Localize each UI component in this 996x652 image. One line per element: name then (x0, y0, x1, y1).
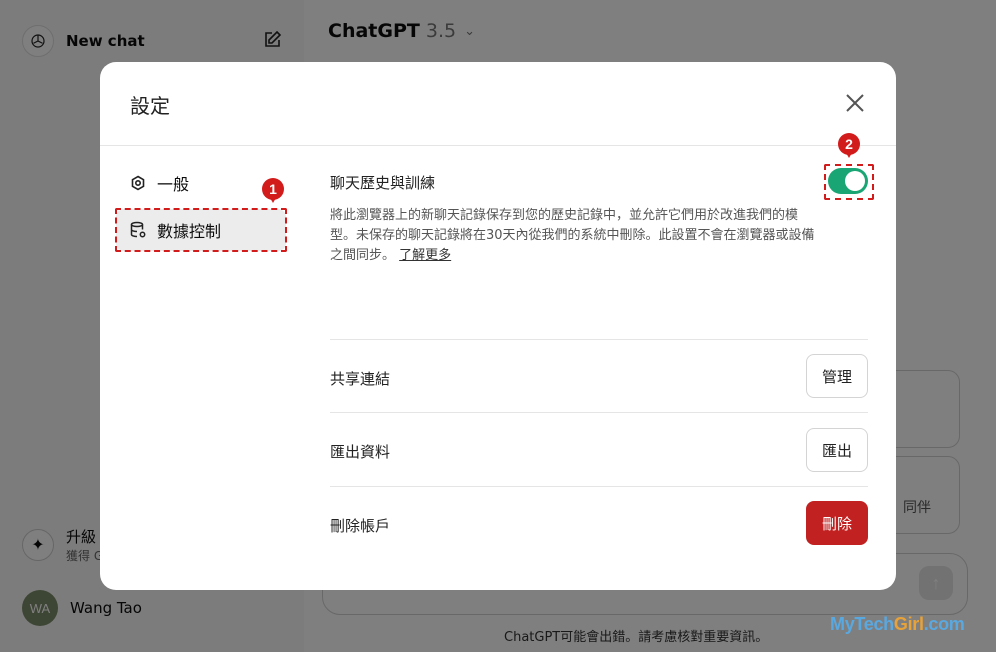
close-icon[interactable] (844, 92, 866, 114)
annotation-badge-2: 2 (838, 133, 860, 158)
watermark-part: .com (923, 614, 965, 634)
watermark-part: Girl (893, 614, 924, 634)
gear-icon (129, 174, 147, 192)
annotation-box (824, 164, 874, 200)
learn-more-link[interactable]: 了解更多 (399, 248, 451, 263)
delete-account-button[interactable]: 刪除 (805, 501, 868, 545)
annotation-box (115, 208, 287, 252)
tab-general-label: 一般 (157, 175, 190, 194)
chat-history-description: 將此瀏覽器上的新聊天記錄保存到您的歷史記錄中，並允許它們用於改進我們的模型。未保… (330, 206, 816, 266)
divider (100, 145, 896, 146)
watermark-part: MyTech (830, 614, 894, 634)
divider (330, 339, 868, 340)
annotation-badge-1: 1 (262, 178, 284, 203)
export-button[interactable]: 匯出 (805, 428, 868, 472)
delete-account-label: 刪除帳戶 (330, 517, 391, 535)
shared-links-label: 共享連結 (330, 370, 391, 388)
tab-general[interactable]: 一般 (116, 162, 286, 204)
settings-dialog: 設定 一般 數據控制 1 聊天歷史與訓練 將此瀏覽器上的新聊天記錄保存到您的歷史… (100, 62, 896, 590)
dialog-title: 設定 (130, 94, 170, 118)
divider (330, 486, 868, 487)
watermark-logo: MyTechGirl.com (830, 614, 965, 635)
chat-history-title: 聊天歷史與訓練 (330, 174, 436, 192)
export-data-label: 匯出資料 (330, 443, 391, 461)
manage-button[interactable]: 管理 (805, 354, 868, 398)
divider (330, 412, 868, 413)
